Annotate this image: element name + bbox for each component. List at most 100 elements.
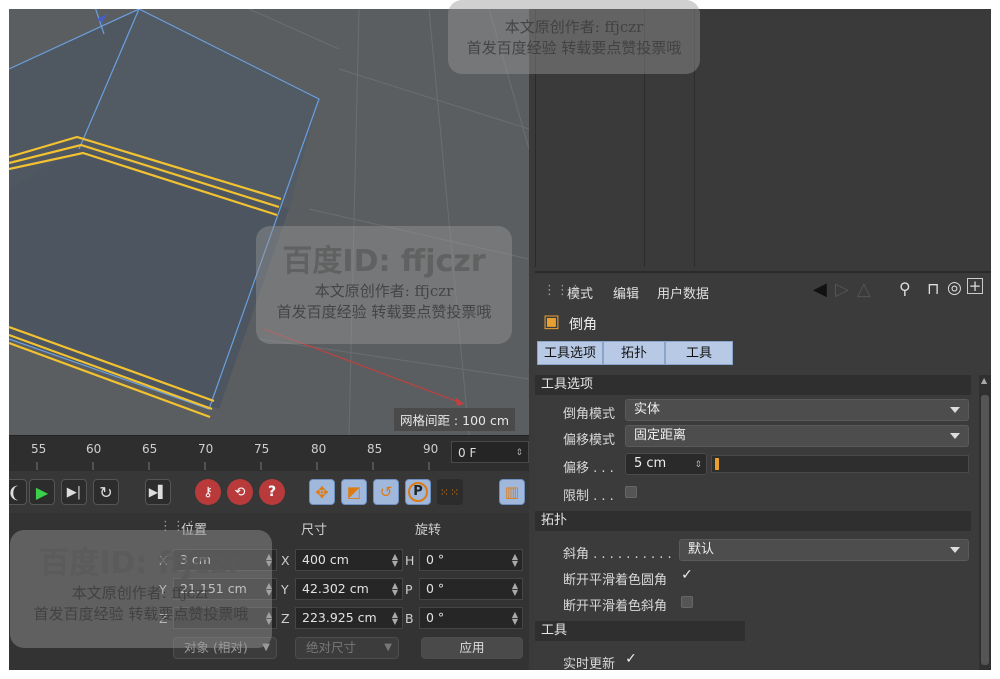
next-key-icon: ▶|	[66, 484, 82, 500]
loop-button[interactable]: ↻	[93, 479, 119, 505]
rotation-key-button[interactable]: ↺	[373, 479, 399, 505]
parameter-key-button[interactable]: P	[405, 479, 431, 505]
goto-end-button[interactable]: ▶▌	[145, 479, 171, 505]
bevel-tool-icon: ▣	[543, 311, 561, 332]
rot-p-field[interactable]: 0 ° ▲ ▼	[419, 578, 523, 600]
realtime-update-label: 实时更新	[563, 657, 616, 670]
point-level-button[interactable]: ⁙⁙	[437, 479, 463, 505]
rot-b-value: 0 °	[426, 610, 445, 625]
3d-viewport[interactable]: 网格间距 : 100 cm	[9, 9, 529, 435]
offset-mode-select[interactable]: 固定距离	[625, 425, 969, 447]
offset-field[interactable]: 5 cm ⇕	[625, 453, 707, 475]
attribute-manager: ⋮⋮⋮ 模式 编辑 用户数据 ◀ ▷ △ ⚲ ⊓ ◎ + ▣ 倒角 工具选项 拓…	[535, 271, 991, 670]
new-manager-icon[interactable]: +	[967, 278, 983, 294]
timeline-tick-marks	[36, 462, 430, 470]
attribute-scrollbar[interactable]: ▲	[979, 375, 991, 670]
back-arrow-icon[interactable]: ◀	[813, 279, 827, 300]
prev-frame-button[interactable]: ❨	[9, 479, 27, 505]
size-z-field[interactable]: 223.925 cm ▲ ▼	[295, 607, 403, 629]
break-phong-rounding-checkbox[interactable]: ✓	[681, 568, 693, 582]
record-button[interactable]: ⚷	[195, 479, 221, 505]
spinner-icon[interactable]: ▲ ▼	[512, 582, 518, 597]
scale-key-button[interactable]: ◩	[341, 479, 367, 505]
offset-value: 5 cm	[634, 456, 667, 471]
limit-checkbox[interactable]	[625, 486, 637, 498]
rot-h-field[interactable]: 0 ° ▲ ▼	[419, 549, 523, 571]
x-axis-arrow-icon	[455, 397, 464, 406]
rot-p-value: 0 °	[426, 581, 445, 596]
watermark-author: 本文原创作者: ffjczr	[71, 584, 211, 602]
tab-label: 工具	[685, 346, 712, 361]
watermark-note: 首发百度经验 转载要点赞投票哦	[466, 39, 682, 57]
size-mode-select[interactable]: 绝对尺寸 ▼	[295, 637, 399, 659]
offset-mode-label: 偏移模式	[563, 433, 616, 448]
chevron-down-icon	[950, 547, 960, 553]
scroll-up-icon[interactable]: ▲	[981, 377, 989, 385]
timeline-tick: 60	[86, 442, 102, 456]
rotate-icon: ↺	[379, 483, 393, 501]
section-tool[interactable]: 工具	[535, 621, 745, 641]
slider-handle[interactable]	[715, 458, 719, 470]
autokey-button[interactable]: ⟲	[227, 479, 253, 505]
bracket-icon: ❨	[9, 483, 21, 502]
current-frame-field[interactable]: 0 F ⇕	[451, 441, 529, 463]
miter-value: 默认	[688, 542, 715, 557]
spinner-icon[interactable]: ▲ ▼	[392, 553, 398, 568]
apply-button[interactable]: 应用	[421, 637, 523, 659]
spinner-icon[interactable]: ▲ ▼	[392, 611, 398, 626]
timeline-window-button[interactable]: ▥	[499, 479, 525, 505]
next-key-button[interactable]: ▶|	[61, 479, 87, 505]
menu-mode[interactable]: 模式	[567, 283, 593, 302]
play-button[interactable]: ▶	[29, 479, 55, 505]
watermark-brand: 百度ID: ffjczr	[282, 244, 486, 279]
tab-topology[interactable]: 拓扑	[603, 341, 665, 365]
rot-b-label: B	[405, 611, 414, 626]
loop-icon: ↻	[99, 482, 113, 502]
size-z-value: 223.925 cm	[302, 610, 377, 625]
realtime-update-checkbox[interactable]: ✓	[625, 652, 637, 666]
rot-b-field[interactable]: 0 ° ▲ ▼	[419, 607, 523, 629]
apply-label: 应用	[459, 640, 485, 655]
menu-user-data[interactable]: 用户数据	[657, 283, 709, 302]
spinner-icon[interactable]: ▲ ▼	[512, 611, 518, 626]
search-icon[interactable]: ⚲	[899, 279, 911, 298]
keyframe-selection-button[interactable]: ?	[259, 479, 285, 505]
menu-edit[interactable]: 编辑	[613, 283, 639, 302]
target-icon[interactable]: ◎	[947, 278, 962, 298]
timeline-tick: 65	[142, 442, 158, 456]
size-x-value: 400 cm	[302, 552, 349, 567]
rot-h-value: 0 °	[426, 552, 445, 567]
play-icon: ▶	[35, 482, 49, 502]
section-tool-options[interactable]: 工具选项	[535, 375, 971, 395]
size-header: 尺寸	[301, 523, 328, 538]
miter-select[interactable]: 默认	[679, 539, 969, 561]
size-mode-value: 绝对尺寸	[306, 640, 357, 655]
up-arrow-icon[interactable]: △	[857, 279, 871, 300]
offset-slider[interactable]	[711, 455, 969, 473]
offset-mode-value: 固定距离	[634, 428, 687, 443]
timeline-tick: 90	[423, 442, 439, 456]
forward-arrow-icon[interactable]: ▷	[835, 279, 849, 300]
position-key-button[interactable]: ✥	[309, 479, 335, 505]
playback-toolbar: ❨ ▶ ▶| ↻ ▶▌ ⚷ ⟲ ? ✥ ◩ ↺ P ⁙⁙ ▥	[9, 471, 529, 513]
tab-label: 拓扑	[620, 346, 647, 361]
tab-tool[interactable]: 工具	[665, 341, 733, 365]
chevron-down-icon: ▼	[384, 642, 392, 653]
rot-p-label: P	[405, 582, 413, 597]
spinner-icon[interactable]: ⇕	[515, 442, 523, 464]
lock-icon[interactable]: ⊓	[927, 279, 939, 298]
bevel-mode-select[interactable]: 实体	[625, 399, 969, 421]
size-x-field[interactable]: 400 cm ▲ ▼	[295, 549, 403, 571]
tab-tool-options[interactable]: 工具选项	[537, 341, 603, 365]
timeline-ruler[interactable]: 55 60 65 70 75 80 85 90 0 F ⇕	[9, 435, 529, 472]
section-topology[interactable]: 拓扑	[535, 511, 971, 531]
spinner-icon[interactable]: ⇕	[694, 455, 702, 475]
tool-title: 倒角	[569, 317, 597, 333]
scrollbar-thumb[interactable]	[981, 395, 989, 665]
watermark-author: 本文原创作者: ffjczr	[504, 18, 644, 36]
spinner-icon[interactable]: ▲ ▼	[392, 582, 398, 597]
size-y-field[interactable]: 42.302 cm ▲ ▼	[295, 578, 403, 600]
tab-label: 工具选项	[543, 346, 596, 361]
spinner-icon[interactable]: ▲ ▼	[512, 553, 518, 568]
break-phong-miter-checkbox[interactable]	[681, 596, 693, 608]
